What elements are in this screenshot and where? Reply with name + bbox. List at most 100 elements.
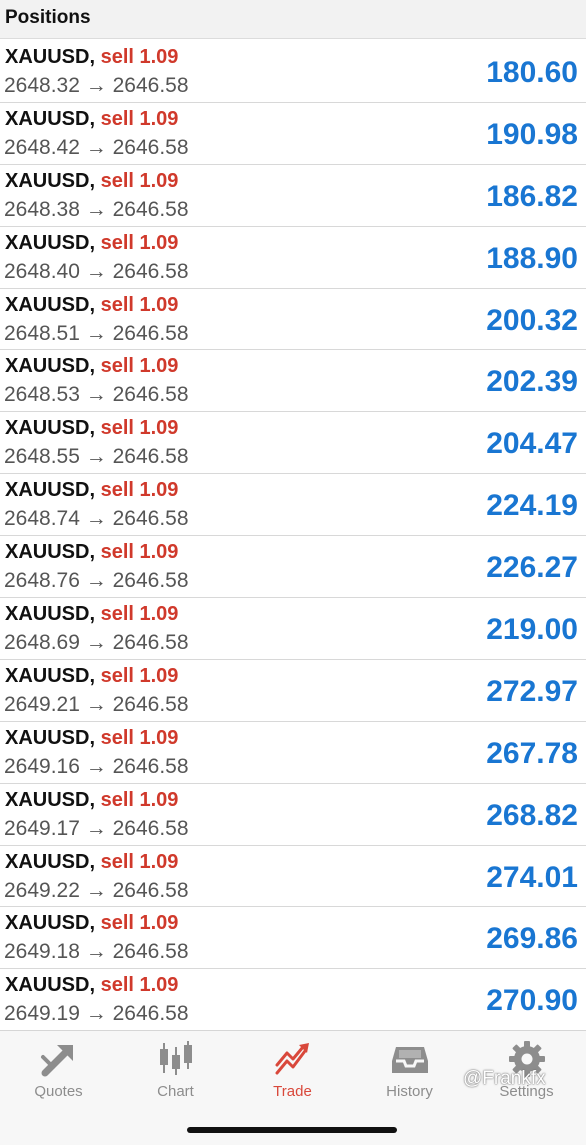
home-indicator[interactable] (187, 1127, 397, 1133)
current-price: 2646.58 (112, 816, 189, 840)
position-row[interactable]: XAUUSD, sell 1.09 2648.69 → 2646.58 219.… (0, 598, 586, 660)
position-side: sell 1.09 (100, 107, 179, 130)
arrow-icon: → (85, 74, 107, 97)
tab-trade[interactable]: Trade (234, 1039, 351, 1109)
position-profit: 219.00 (486, 613, 578, 647)
position-symbol: XAUUSD, (5, 541, 96, 564)
position-row[interactable]: XAUUSD, sell 1.09 2649.17 → 2646.58 268.… (0, 784, 586, 846)
position-symbol: XAUUSD, (5, 293, 96, 316)
position-row[interactable]: XAUUSD, sell 1.09 2648.42 → 2646.58 190.… (0, 103, 586, 165)
position-symbol: XAUUSD, (5, 726, 96, 749)
current-price: 2646.58 (112, 445, 189, 469)
position-row[interactable]: XAUUSD, sell 1.09 2649.19 → 2646.58 270.… (0, 969, 586, 1032)
open-price: 2649.18 (4, 940, 80, 964)
arrow-icon: → (85, 816, 107, 840)
position-row[interactable]: XAUUSD, sell 1.09 2649.18 → 2646.58 269.… (0, 907, 586, 970)
position-side: sell 1.09 (100, 603, 179, 626)
positions-list: XAUUSD, sell 1.09 2648.32 → 2646.58 180.… (0, 41, 586, 1032)
current-price: 2646.58 (112, 259, 189, 283)
tab-history[interactable]: History (351, 1039, 468, 1109)
quotes-arrow-icon (40, 1045, 73, 1077)
open-price: 2648.69 (4, 631, 80, 655)
position-side: sell 1.09 (100, 788, 179, 811)
open-price: 2648.42 (4, 135, 80, 159)
position-row[interactable]: XAUUSD, sell 1.09 2649.16 → 2646.58 267.… (0, 722, 586, 784)
open-price: 2648.74 (4, 507, 80, 531)
position-profit: 272.97 (486, 674, 578, 708)
position-side: sell 1.09 (100, 169, 179, 192)
tab-label: Chart (157, 1083, 194, 1100)
position-symbol: XAUUSD, (5, 974, 96, 997)
position-row[interactable]: XAUUSD, sell 1.09 2648.51 → 2646.58 200.… (0, 289, 586, 351)
arrow-icon: → (85, 383, 107, 407)
position-row[interactable]: XAUUSD, sell 1.09 2648.38 → 2646.58 186.… (0, 165, 586, 227)
position-row[interactable]: XAUUSD, sell 1.09 2649.21 → 2646.58 272.… (0, 660, 586, 722)
position-side: sell 1.09 (100, 417, 179, 440)
open-price: 2648.38 (4, 197, 80, 221)
trade-trend-icon (275, 1043, 309, 1075)
position-profit: 226.27 (486, 551, 578, 585)
page-title: Positions (5, 7, 91, 28)
arrow-icon: → (85, 878, 107, 902)
position-profit: 188.90 (486, 241, 578, 275)
position-side: sell 1.09 (100, 541, 179, 564)
current-price: 2646.58 (112, 692, 189, 716)
position-symbol: XAUUSD, (5, 788, 96, 811)
position-row[interactable]: XAUUSD, sell 1.09 2649.22 → 2646.58 274.… (0, 846, 586, 908)
position-row[interactable]: XAUUSD, sell 1.09 2648.55 → 2646.58 204.… (0, 412, 586, 475)
position-symbol: XAUUSD, (5, 912, 96, 935)
tab-chart[interactable]: Chart (117, 1039, 234, 1109)
tab-label: Quotes (34, 1083, 83, 1100)
current-price: 2646.58 (112, 74, 189, 97)
open-price: 2648.51 (4, 321, 80, 345)
current-price: 2646.58 (112, 569, 189, 593)
arrow-icon: → (85, 631, 107, 655)
position-side: sell 1.09 (100, 850, 179, 873)
arrow-icon: → (85, 940, 107, 964)
position-profit: 204.47 (486, 427, 578, 461)
current-price: 2646.58 (112, 321, 189, 345)
position-symbol: XAUUSD, (5, 479, 96, 502)
position-profit: 224.19 (486, 489, 578, 523)
position-symbol: XAUUSD, (5, 107, 96, 130)
arrow-icon: → (85, 259, 107, 283)
position-symbol: XAUUSD, (5, 231, 96, 254)
arrow-icon: → (85, 197, 107, 221)
position-row[interactable]: XAUUSD, sell 1.09 2648.74 → 2646.58 224.… (0, 474, 586, 537)
current-price: 2646.58 (112, 878, 189, 902)
arrow-icon: → (85, 507, 107, 531)
open-price: 2649.19 (4, 1002, 80, 1026)
position-row[interactable]: XAUUSD, sell 1.09 2648.53 → 2646.58 202.… (0, 350, 586, 413)
position-symbol: XAUUSD, (5, 46, 96, 68)
position-side: sell 1.09 (100, 479, 179, 502)
position-profit: 186.82 (486, 179, 578, 213)
arrow-icon: → (85, 569, 107, 593)
position-side: sell 1.09 (100, 293, 179, 316)
position-symbol: XAUUSD, (5, 169, 96, 192)
current-price: 2646.58 (112, 197, 189, 221)
position-side: sell 1.09 (100, 974, 179, 997)
position-profit: 190.98 (486, 117, 578, 151)
open-price: 2648.55 (4, 445, 80, 469)
position-row[interactable]: XAUUSD, sell 1.09 2648.76 → 2646.58 226.… (0, 536, 586, 599)
position-row[interactable]: XAUUSD, sell 1.09 2648.40 → 2646.58 188.… (0, 227, 586, 289)
open-price: 2648.40 (4, 259, 80, 283)
current-price: 2646.58 (112, 383, 189, 407)
tab-quotes[interactable]: Quotes (0, 1039, 117, 1109)
current-price: 2646.58 (112, 1002, 189, 1026)
arrow-icon: → (85, 321, 107, 345)
open-price: 2648.76 (4, 569, 80, 593)
arrow-icon: → (85, 692, 107, 716)
current-price: 2646.58 (112, 940, 189, 964)
position-symbol: XAUUSD, (5, 603, 96, 626)
position-profit: 267.78 (486, 736, 578, 770)
watermark-text: @Frankfx (463, 1068, 546, 1089)
tab-label: History (386, 1083, 433, 1100)
inbox-tray-icon (391, 1047, 428, 1073)
arrow-icon: → (85, 754, 107, 778)
position-side: sell 1.09 (100, 664, 179, 687)
position-side: sell 1.09 (100, 912, 179, 935)
position-symbol: XAUUSD, (5, 355, 96, 378)
open-price: 2649.21 (4, 692, 80, 716)
position-row[interactable]: XAUUSD, sell 1.09 2648.32 → 2646.58 180.… (0, 41, 586, 103)
